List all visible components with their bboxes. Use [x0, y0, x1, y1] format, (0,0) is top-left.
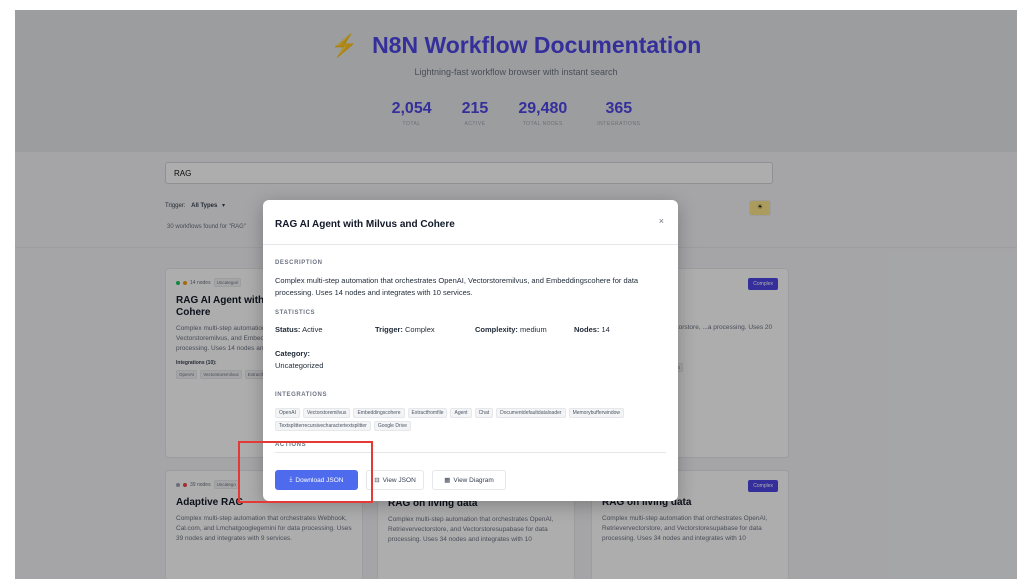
view-diagram-button[interactable]: ▦ View Diagram: [432, 470, 506, 490]
highlight-box: [238, 441, 373, 503]
category-value: Uncategorized: [275, 361, 324, 370]
category-label: Category:: [275, 349, 311, 358]
diagram-icon: ▦: [444, 477, 451, 484]
integration-chip: Chat: [474, 408, 494, 418]
view-diagram-label: View Diagram: [453, 476, 494, 484]
integrations-heading: INTEGRATIONS: [275, 392, 328, 398]
modal-description: Complex multi-step automation that orche…: [275, 276, 639, 297]
nodes-label: Nodes:: [574, 325, 600, 334]
description-heading: DESCRIPTION: [275, 260, 323, 266]
integration-chip: Memorybufferwindow: [568, 408, 624, 418]
view-json-button[interactable]: ⊟ View JSON: [366, 470, 424, 490]
integration-chip: Agent: [450, 408, 472, 418]
integration-chip: Vectorstoremilvus: [302, 408, 351, 418]
modal-divider: [263, 244, 678, 245]
status-label: Status:: [275, 325, 301, 334]
integration-chip: OpenAI: [275, 408, 300, 418]
app-window: ⚡ N8N Workflow Documentation Lightning-f…: [15, 10, 1017, 579]
integration-chip: Extractfromfile: [407, 408, 448, 418]
view-json-label: View JSON: [382, 476, 416, 484]
integration-chip: Documentdefaultdataloader: [496, 408, 566, 418]
stat-nodes: Nodes: 14: [574, 325, 610, 334]
stat-trigger: Trigger: Complex: [375, 325, 475, 334]
nodes-value: 14: [601, 325, 610, 334]
stat-status: Status: Active: [275, 325, 375, 334]
statistics-heading: STATISTICS: [275, 310, 316, 316]
modal-category: Category: Uncategorized: [275, 348, 323, 372]
document-icon: ⊟: [374, 477, 380, 484]
integration-chips: OpenAI Vectorstoremilvus Embeddingscoher…: [275, 408, 670, 431]
stat-complexity: Complexity: medium: [475, 325, 574, 334]
status-value: Active: [302, 325, 323, 334]
trigger-label: Trigger:: [375, 325, 403, 334]
close-icon[interactable]: ×: [659, 216, 664, 226]
modal-title: RAG AI Agent with Milvus and Cohere: [275, 219, 455, 230]
modal-statistics: Status: Active Trigger: Complex Complexi…: [275, 325, 610, 334]
integration-chip: Google Drive: [373, 421, 411, 431]
complexity-value: medium: [520, 325, 547, 334]
complexity-label: Complexity:: [475, 325, 518, 334]
trigger-value: Complex: [405, 325, 435, 334]
integration-chip: Embeddingscohere: [353, 408, 405, 418]
integration-chip: Textsplitterrecursivecharactertextsplitt…: [275, 421, 371, 431]
